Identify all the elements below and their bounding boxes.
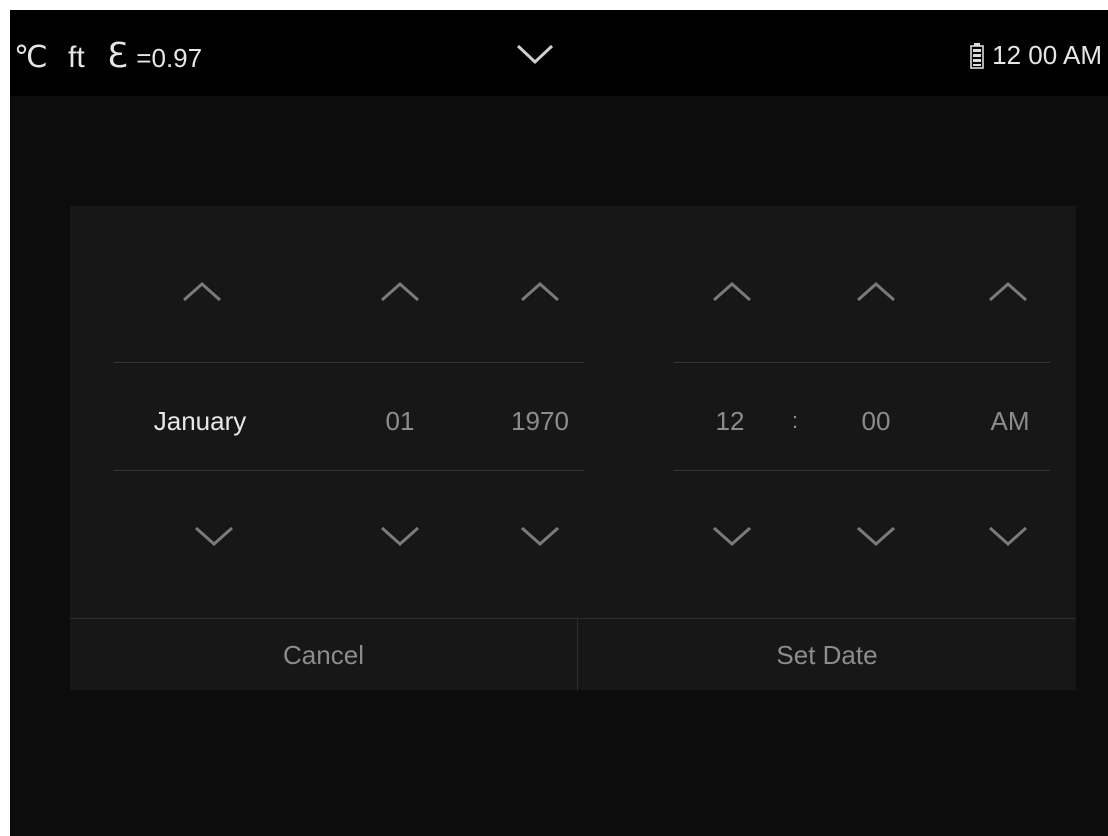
date-top-divider [114,362,584,363]
year-down-button[interactable] [512,516,568,556]
cancel-button[interactable]: Cancel [70,619,577,691]
period-up-button[interactable] [980,272,1036,312]
date-time-picker-panel: January 01 1970 12 : 00 AM Cancel Set Da… [70,206,1076,691]
chevron-down-icon[interactable] [510,34,560,74]
period-value[interactable]: AM [980,406,1040,437]
date-bottom-divider [114,470,584,471]
set-date-button[interactable]: Set Date [578,619,1076,691]
time-top-divider [674,362,1050,363]
emissivity-symbol: ℇ [107,37,128,75]
month-down-button[interactable] [186,516,242,556]
period-down-button[interactable] [980,516,1036,556]
year-value[interactable]: 1970 [498,406,582,437]
minute-up-button[interactable] [848,272,904,312]
status-right: 12 00 AM [970,40,1102,71]
year-up-button[interactable] [512,272,568,312]
temperature-unit: ℃ [14,41,48,74]
minute-down-button[interactable] [848,516,904,556]
distance-unit: ft [68,41,85,74]
minute-value[interactable]: 00 [846,406,906,437]
day-down-button[interactable] [372,516,428,556]
hour-down-button[interactable] [704,516,760,556]
hour-value[interactable]: 12 [700,406,760,437]
time-bottom-divider [674,470,1050,471]
hour-up-button[interactable] [704,272,760,312]
day-value[interactable]: 01 [370,406,430,437]
status-bar: ℃ ft ℇ =0.97 12 00 AM [10,10,1108,96]
emissivity-value: =0.97 [136,43,203,73]
day-up-button[interactable] [372,272,428,312]
month-up-button[interactable] [174,272,230,312]
action-bar: Cancel Set Date [70,618,1076,691]
status-left: ℃ ft ℇ =0.97 [14,36,202,76]
month-value[interactable]: January [130,406,270,437]
time-separator: : [792,408,799,433]
battery-icon [970,42,984,69]
date-time-screen: ℃ ft ℇ =0.97 12 00 AM January 01 1970 12… [10,10,1108,836]
status-time: 12 00 AM [992,40,1102,70]
